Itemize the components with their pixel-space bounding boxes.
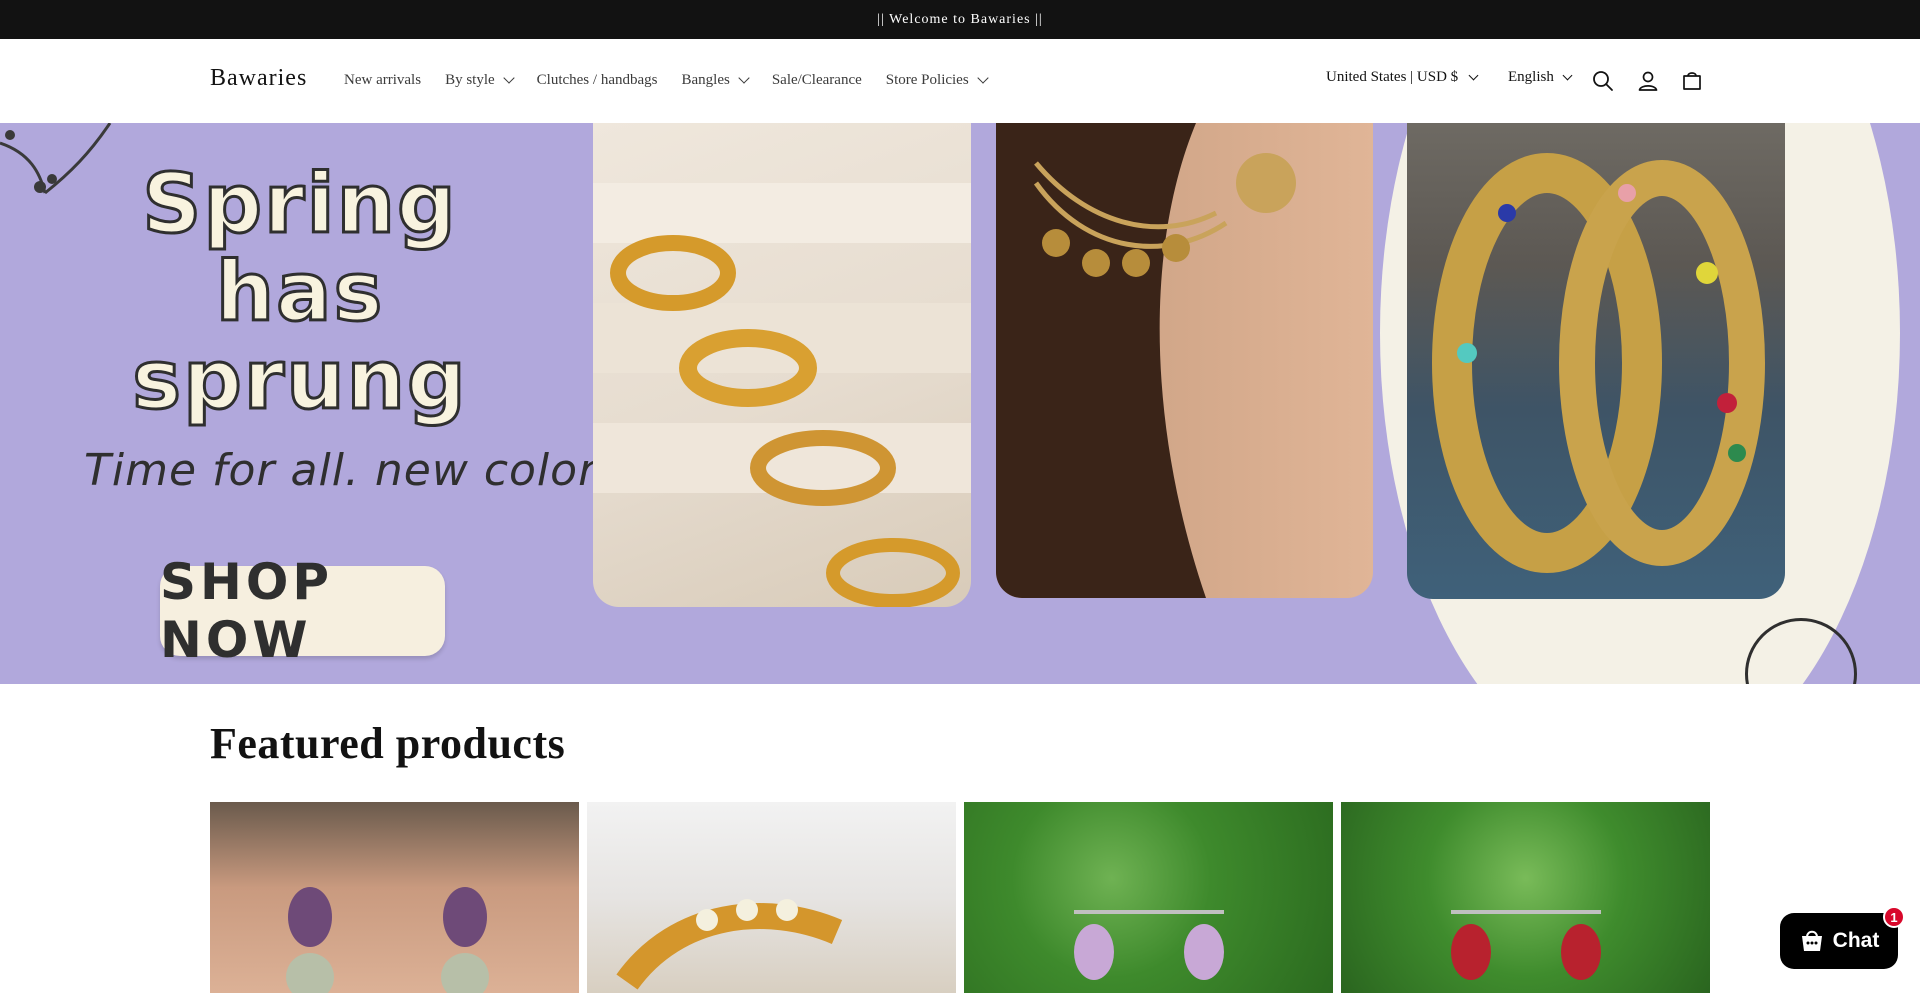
nav-item-by-style[interactable]: By style — [433, 69, 525, 91]
nav-item-store-policies[interactable]: Store Policies — [874, 69, 999, 91]
nav-item-bangles[interactable]: Bangles — [669, 69, 759, 91]
country-selector[interactable]: United States | USD $ — [1326, 69, 1479, 86]
product-image — [1074, 910, 1224, 980]
main-nav: New arrivals By style Clutches / handbag… — [332, 69, 999, 91]
nav-label: Store Policies — [885, 71, 969, 88]
chat-label: Chat — [1832, 929, 1880, 952]
chevron-down-icon — [977, 72, 989, 84]
nav-label: New arrivals — [344, 71, 422, 88]
bangle-photo — [1407, 123, 1785, 599]
announcement-bar: || Welcome to Bawaries || — [0, 0, 1920, 39]
chat-bag-icon — [1801, 930, 1822, 951]
nav-label: Bangles — [681, 71, 730, 88]
cart-icon[interactable] — [1678, 67, 1706, 95]
chevron-down-icon — [738, 72, 750, 84]
nav-item-sale[interactable]: Sale/Clearance — [760, 69, 874, 91]
leaf-decoration-icon — [0, 123, 112, 195]
search-icon[interactable] — [1589, 67, 1617, 95]
nav-label: By style — [445, 71, 495, 88]
nav-item-new-arrivals[interactable]: New arrivals — [332, 69, 433, 91]
announcement-text: || Welcome to Bawaries || — [877, 11, 1043, 27]
chat-button[interactable]: Chat — [1780, 913, 1898, 969]
language-selector[interactable]: English — [1508, 69, 1573, 86]
chat-unread-badge: 1 — [1883, 906, 1905, 928]
product-image — [286, 887, 489, 993]
product-card[interactable] — [1341, 802, 1710, 993]
chevron-down-icon — [502, 72, 515, 84]
product-card[interactable] — [210, 802, 579, 993]
nav-item-clutches[interactable]: Clutches / handbags — [525, 69, 670, 91]
product-image — [616, 899, 843, 990]
featured-products-title: Featured products — [210, 719, 566, 768]
product-image — [1451, 910, 1601, 980]
shop-now-button[interactable]: SHOP NOW — [160, 553, 445, 669]
rings-photo — [593, 123, 971, 607]
chevron-down-icon — [1562, 70, 1573, 81]
hero-banner[interactable]: Spring has sprung Time for all. new colo… — [0, 123, 1920, 684]
store-logo[interactable]: Bawaries — [210, 65, 307, 92]
country-label: United States | USD $ — [1326, 69, 1459, 85]
hero-headline: Spring has sprung — [131, 157, 468, 428]
site-header: Bawaries New arrivals By style Clutches … — [0, 39, 1920, 123]
nav-label: Clutches / handbags — [536, 71, 658, 88]
hero-tagline: Time for all. new color — [84, 445, 598, 496]
language-label: English — [1508, 69, 1554, 85]
product-card[interactable] — [587, 802, 956, 993]
earring-photo — [996, 123, 1373, 598]
nav-label: Sale/Clearance — [771, 71, 862, 88]
account-icon[interactable] — [1634, 67, 1662, 95]
product-card[interactable] — [964, 802, 1333, 993]
chevron-down-icon — [1468, 70, 1479, 81]
